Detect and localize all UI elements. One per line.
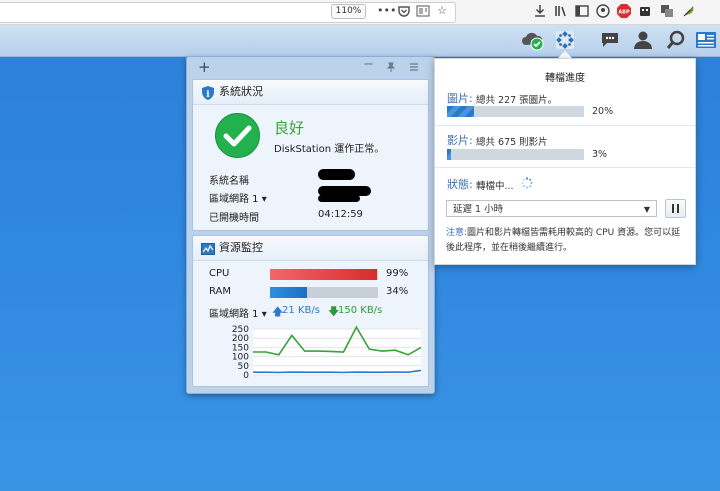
- ram-usage-fill: [270, 287, 307, 298]
- photos-label: 圖片:: [447, 92, 473, 105]
- pin-icon[interactable]: [386, 62, 396, 72]
- cloud-sync-icon[interactable]: [521, 28, 545, 52]
- system-name-label: 系統名稱: [209, 176, 249, 187]
- minimize-button[interactable]: −: [363, 57, 374, 72]
- translate-icon[interactable]: [660, 4, 674, 18]
- library-icon[interactable]: [554, 4, 568, 18]
- lan-dropdown[interactable]: 區域網路 1 ▾: [209, 190, 267, 205]
- pause-button[interactable]: [665, 199, 686, 218]
- download-speed: 150 KB/s: [338, 305, 383, 316]
- note-body: 圖片和影片轉檔皆需耗用較高的 CPU 資源。您可以延後此程序，並在稍後繼續進行。: [446, 228, 681, 253]
- redaction-mark: [318, 195, 360, 202]
- system-health-title: 系統狀況: [219, 85, 263, 98]
- svg-text:i: i: [206, 90, 210, 100]
- resource-monitor-title: 資源監控: [219, 241, 263, 254]
- extension-icon[interactable]: [638, 4, 652, 18]
- info-shield-icon: i: [201, 85, 215, 100]
- adblock-icon[interactable]: ABP: [617, 4, 631, 18]
- more-icon[interactable]: •••: [377, 4, 396, 18]
- uptime-value: 04:12:59: [318, 209, 363, 220]
- account-icon[interactable]: [596, 4, 610, 18]
- status-detail: DiskStation 運作正常。: [274, 144, 385, 155]
- extension-feather-icon[interactable]: [682, 4, 696, 18]
- status-label: 狀態:: [447, 178, 473, 191]
- note-text: 注意:圖片和影片轉檔皆需耗用較高的 CPU 資源。您可以延後此程序，並在稍後繼續…: [446, 226, 686, 256]
- widget-menu-icon[interactable]: [409, 62, 419, 72]
- photos-progress-fill: [447, 106, 475, 117]
- widget-toolbar: + −: [187, 57, 434, 79]
- chart-y-tick-label: 0: [243, 371, 249, 381]
- widgets-icon[interactable]: [694, 28, 718, 52]
- conversion-title: 轉檔進度: [545, 73, 585, 84]
- photos-progress-bar: [447, 106, 584, 117]
- dsm-taskbar: [0, 25, 720, 57]
- videos-progress-bar: [447, 149, 584, 160]
- divider: [435, 125, 695, 126]
- divider: [435, 167, 695, 168]
- videos-percent: 3%: [592, 149, 608, 160]
- network-interface-dropdown[interactable]: 區域網路 1 ▾: [209, 305, 267, 320]
- cpu-percent: 99%: [386, 268, 409, 279]
- add-widget-button[interactable]: +: [198, 58, 211, 76]
- ram-percent: 34%: [386, 286, 409, 297]
- photos-count: 總共 227 張圖片。: [476, 95, 558, 106]
- cpu-usage-fill: [270, 269, 377, 280]
- resource-monitor-header: 資源監控: [193, 236, 428, 261]
- delay-select[interactable]: 延遲 1 小時 ▼: [446, 200, 657, 217]
- note-label: 注意:: [446, 228, 468, 238]
- reader-icon[interactable]: [416, 4, 430, 18]
- zoom-level-badge[interactable]: 110%: [331, 4, 366, 19]
- conversion-progress-popover: 轉檔進度 圖片: 總共 227 張圖片。 20% 影片: 總共 675 則影片 …: [434, 58, 696, 265]
- photos-percent: 20%: [592, 106, 614, 117]
- pocket-icon[interactable]: [397, 4, 411, 18]
- user-icon[interactable]: [631, 28, 655, 52]
- download-icon[interactable]: [533, 4, 547, 18]
- cpu-usage-bar: [270, 269, 378, 280]
- bookmark-star-icon[interactable]: ☆: [435, 4, 449, 18]
- status-label: 良好: [274, 119, 305, 137]
- resource-monitor-card: 資源監控 CPU 99% RAM 34% 區域網路 1 ▾ 🡅 21 KB/s …: [192, 235, 429, 387]
- convert-progress-icon[interactable]: [553, 28, 577, 52]
- browser-toolbar: 110% ••• ☆ ABP: [0, 0, 720, 25]
- chat-icon[interactable]: [598, 28, 622, 52]
- chevron-down-icon: ▼: [643, 205, 650, 214]
- network-chart: 250200150100500: [232, 325, 422, 381]
- redaction-mark: [318, 169, 355, 180]
- videos-count: 總共 675 則影片: [476, 137, 548, 148]
- search-icon[interactable]: [664, 28, 688, 52]
- system-health-card: i 系統狀況 良好 DiskStation 運作正常。 系統名稱 區域網路 1 …: [192, 79, 429, 231]
- status-text: 轉檔中...: [476, 181, 514, 192]
- system-health-header: i 系統狀況: [193, 80, 428, 105]
- uptime-label: 已開機時間: [209, 213, 259, 224]
- delay-select-value: 延遲 1 小時: [453, 204, 504, 215]
- svg-text:ABP: ABP: [618, 10, 630, 16]
- videos-label: 影片:: [447, 134, 473, 147]
- spinner-icon: [521, 177, 533, 189]
- monitor-chart-icon: [201, 241, 215, 255]
- videos-progress-fill: [447, 149, 452, 160]
- cpu-label: CPU: [209, 268, 230, 279]
- pause-icon: [672, 204, 674, 213]
- upload-speed: 21 KB/s: [282, 305, 320, 316]
- ram-label: RAM: [209, 286, 232, 297]
- ram-usage-bar: [270, 287, 378, 298]
- status-ok-icon: [214, 112, 261, 159]
- pause-icon: [677, 204, 679, 213]
- widget-panel: + − i 系統狀況 良好 DiskStation 運作正常。 系統名稱 區域網…: [186, 56, 435, 394]
- sidebar-icon[interactable]: [575, 4, 589, 18]
